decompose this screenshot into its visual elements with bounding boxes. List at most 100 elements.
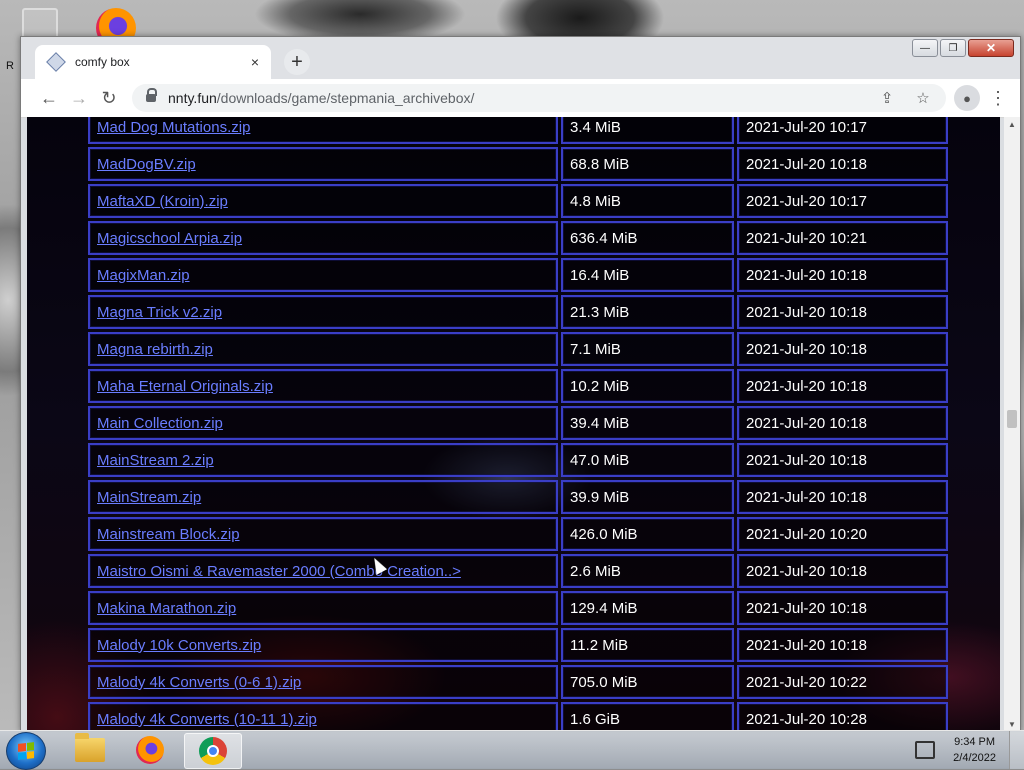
file-name-cell: Maistro Oismi & Ravemaster 2000 (Combo C…	[88, 554, 558, 588]
address-bar[interactable]: nnty.fun/downloads/game/stepmania_archiv…	[132, 84, 946, 112]
file-size-cell: 68.8 MiB	[561, 147, 734, 181]
maximize-button[interactable]: ❐	[940, 39, 966, 57]
file-size-cell: 1.6 GiB	[561, 702, 734, 731]
file-date-cell: 2021-Jul-20 10:28	[737, 702, 948, 731]
file-date-cell: 2021-Jul-20 10:22	[737, 665, 948, 699]
file-link[interactable]: Mad Dog Mutations.zip	[97, 119, 250, 136]
new-tab-button[interactable]: +	[284, 49, 310, 75]
file-name-cell: Magna Trick v2.zip	[88, 295, 558, 329]
file-date-cell: 2021-Jul-20 10:17	[737, 184, 948, 218]
table-row: MaftaXD (Kroin).zip 4.8 MiB 2021-Jul-20 10…	[88, 184, 948, 218]
file-link[interactable]: Malody 10k Converts.zip	[97, 637, 261, 654]
table-row: Malody 10k Converts.zip 11.2 MiB 2021-Jul-…	[88, 628, 948, 662]
table-row: Maha Eternal Originals.zip 10.2 MiB 2021-J…	[88, 369, 948, 403]
file-link[interactable]: Maha Eternal Originals.zip	[97, 378, 273, 395]
file-link[interactable]: Magna rebirth.zip	[97, 341, 213, 358]
file-date-cell: 2021-Jul-20 10:18	[737, 295, 948, 329]
scroll-thumb[interactable]	[1007, 410, 1017, 428]
file-size-cell: 10.2 MiB	[561, 369, 734, 403]
file-link[interactable]: Malody 4k Converts (0-6 1).zip	[97, 674, 301, 691]
url-host: nnty.fun	[168, 90, 217, 106]
start-button[interactable]	[6, 732, 46, 770]
back-button[interactable]: ←	[34, 83, 64, 113]
file-link[interactable]: MainStream 2.zip	[97, 452, 214, 469]
file-date-cell: 2021-Jul-20 10:18	[737, 332, 948, 366]
tab-comfy-box[interactable]: comfy box ×	[35, 45, 271, 79]
table-row: MainStream 2.zip 47.0 MiB 2021-Jul-20 10:1…	[88, 443, 948, 477]
file-date-cell: 2021-Jul-20 10:18	[737, 591, 948, 625]
browser-window: comfy box × + — ❐ ✕ ← → ↻ nnty.fun/downl…	[20, 36, 1021, 732]
system-clock[interactable]: 9:34 PM 2/4/2022	[953, 734, 996, 766]
bookmark-star-icon[interactable]: ☆	[910, 85, 936, 111]
file-name-cell: Malody 10k Converts.zip	[88, 628, 558, 662]
file-link[interactable]: MagixMan.zip	[97, 267, 190, 284]
file-link[interactable]: MadDogBV.zip	[97, 156, 196, 173]
share-icon[interactable]: ⇪	[874, 85, 900, 111]
file-link[interactable]: MaftaXD (Kroin).zip	[97, 193, 228, 210]
page-content[interactable]: Mad Dog Mutations.zip 3.4 MiB 2021-Jul-20 …	[27, 117, 1000, 731]
taskbar-chrome[interactable]	[184, 733, 242, 769]
folder-icon	[75, 733, 105, 762]
file-link[interactable]: MainStream.zip	[97, 489, 201, 506]
minimize-button[interactable]: —	[912, 39, 938, 57]
file-link[interactable]: Magicschool Arpia.zip	[97, 230, 242, 247]
scroll-down-arrow-icon[interactable]: ▼	[1004, 717, 1020, 731]
file-size-cell: 4.8 MiB	[561, 184, 734, 218]
url-path: /downloads/game/stepmania_archivebox/	[216, 90, 475, 106]
file-date-cell: 2021-Jul-20 10:18	[737, 443, 948, 477]
show-desktop-button[interactable]	[1009, 731, 1024, 769]
file-name-cell: Main Collection.zip	[88, 406, 558, 440]
file-link[interactable]: Main Collection.zip	[97, 415, 223, 432]
table-row: Magicschool Arpia.zip 636.4 MiB 2021-Jul-2…	[88, 221, 948, 255]
file-date-cell: 2021-Jul-20 10:18	[737, 406, 948, 440]
table-row: Malody 4k Converts (0-6 1).zip 705.0 MiB 2…	[88, 665, 948, 699]
table-row: Maistro Oismi & Ravemaster 2000 (Combo C…	[88, 554, 948, 588]
file-date-cell: 2021-Jul-20 10:18	[737, 147, 948, 181]
file-name-cell: Mainstream Block.zip	[88, 517, 558, 551]
close-window-button[interactable]: ✕	[968, 39, 1014, 57]
lock-icon[interactable]	[146, 88, 157, 102]
file-link[interactable]: Malody 4k Converts (10-11 1).zip	[97, 711, 317, 728]
file-link[interactable]: Makina Marathon.zip	[97, 600, 236, 617]
file-name-cell: Magicschool Arpia.zip	[88, 221, 558, 255]
file-link[interactable]: Maistro Oismi & Ravemaster 2000 (Combo C…	[97, 563, 461, 580]
page-scrollbar[interactable]: ▲ ▼	[1004, 117, 1020, 731]
file-size-cell: 426.0 MiB	[561, 517, 734, 551]
file-size-cell: 39.9 MiB	[561, 480, 734, 514]
tab-title: comfy box	[75, 55, 130, 69]
table-row: MadDogBV.zip 68.8 MiB 2021-Jul-20 10:18	[88, 147, 948, 181]
window-controls: — ❐ ✕	[912, 39, 1014, 57]
tab-close-button[interactable]: ×	[245, 52, 265, 72]
taskbar-firefox[interactable]	[122, 733, 178, 767]
desktop-icon-label: R	[6, 60, 14, 72]
file-date-cell: 2021-Jul-20 10:18	[737, 554, 948, 588]
file-link[interactable]: Magna Trick v2.zip	[97, 304, 222, 321]
file-link[interactable]: Mainstream Block.zip	[97, 526, 240, 543]
table-row: Magna rebirth.zip 7.1 MiB 2021-Jul-20 10:1…	[88, 332, 948, 366]
file-size-cell: 16.4 MiB	[561, 258, 734, 292]
table-row: Main Collection.zip 39.4 MiB 2021-Jul-20 1…	[88, 406, 948, 440]
forward-button[interactable]: →	[64, 83, 94, 113]
file-name-cell: MainStream 2.zip	[88, 443, 558, 477]
clock-date: 2/4/2022	[953, 752, 996, 764]
table-row: Makina Marathon.zip 129.4 MiB 2021-Jul-20 …	[88, 591, 948, 625]
windows-logo-icon	[18, 742, 34, 760]
file-size-cell: 21.3 MiB	[561, 295, 734, 329]
reload-button[interactable]: ↻	[94, 83, 124, 113]
file-size-cell: 3.4 MiB	[561, 117, 734, 144]
browser-menu-icon[interactable]: ⋮	[986, 88, 1010, 109]
scroll-up-arrow-icon[interactable]: ▲	[1004, 117, 1020, 131]
network-tray-icon[interactable]	[915, 741, 935, 759]
table-row: MainStream.zip 39.9 MiB 2021-Jul-20 10:18	[88, 480, 948, 514]
table-row: MagixMan.zip 16.4 MiB 2021-Jul-20 10:18	[88, 258, 948, 292]
favicon-icon	[46, 52, 66, 72]
table-row: Magna Trick v2.zip 21.3 MiB 2021-Jul-20 10…	[88, 295, 948, 329]
taskbar-file-explorer[interactable]	[62, 733, 118, 767]
file-name-cell: MaftaXD (Kroin).zip	[88, 184, 558, 218]
taskbar: 9:34 PM 2/4/2022	[0, 730, 1024, 770]
file-date-cell: 2021-Jul-20 10:21	[737, 221, 948, 255]
profile-avatar-icon[interactable]: ●	[954, 85, 980, 111]
table-row: Mad Dog Mutations.zip 3.4 MiB 2021-Jul-20 …	[88, 117, 948, 144]
file-date-cell: 2021-Jul-20 10:18	[737, 258, 948, 292]
file-size-cell: 39.4 MiB	[561, 406, 734, 440]
